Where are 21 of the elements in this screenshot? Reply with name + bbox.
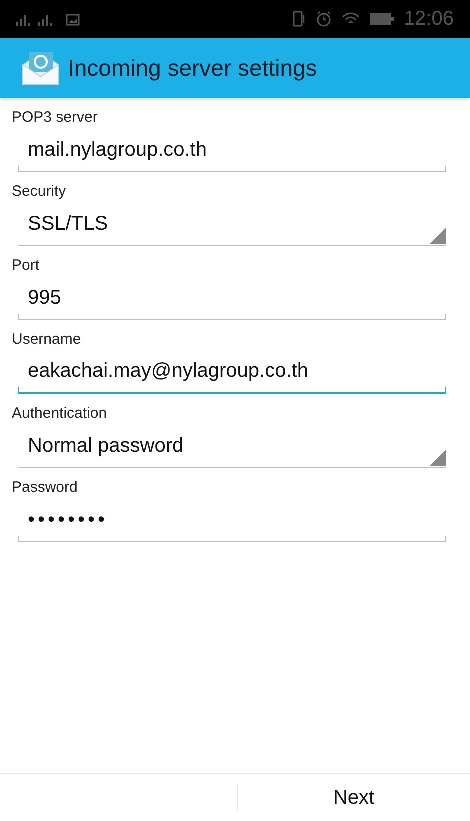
input-field[interactable]: eakachai.may@nylagroup.co.th <box>18 350 446 394</box>
dropdown[interactable]: SSL/TLS <box>18 202 446 246</box>
screen-title: Incoming server settings <box>68 54 318 83</box>
field-label: POP3 server <box>12 108 99 128</box>
wifi-icon <box>342 12 360 26</box>
dropdown-arrow-icon <box>430 450 446 466</box>
vibrate-icon <box>292 11 306 27</box>
field-label: Port <box>12 256 41 276</box>
battery-icon <box>370 13 394 25</box>
field-label: Security <box>12 182 68 202</box>
field-label: Authentication <box>12 404 108 424</box>
input-field[interactable]: mail.nylagroup.co.th <box>18 128 446 172</box>
dropdown[interactable]: Normal password <box>18 424 446 468</box>
image-icon <box>66 14 80 26</box>
dropdown-arrow-icon <box>430 228 446 244</box>
alarm-icon <box>316 11 332 27</box>
password-field[interactable]: •••••••• <box>18 498 446 542</box>
field-label: Username <box>12 330 82 350</box>
field-label: Password <box>12 478 79 498</box>
input-field[interactable]: 995 <box>18 276 446 320</box>
clock-time: 12:06 <box>404 7 454 32</box>
